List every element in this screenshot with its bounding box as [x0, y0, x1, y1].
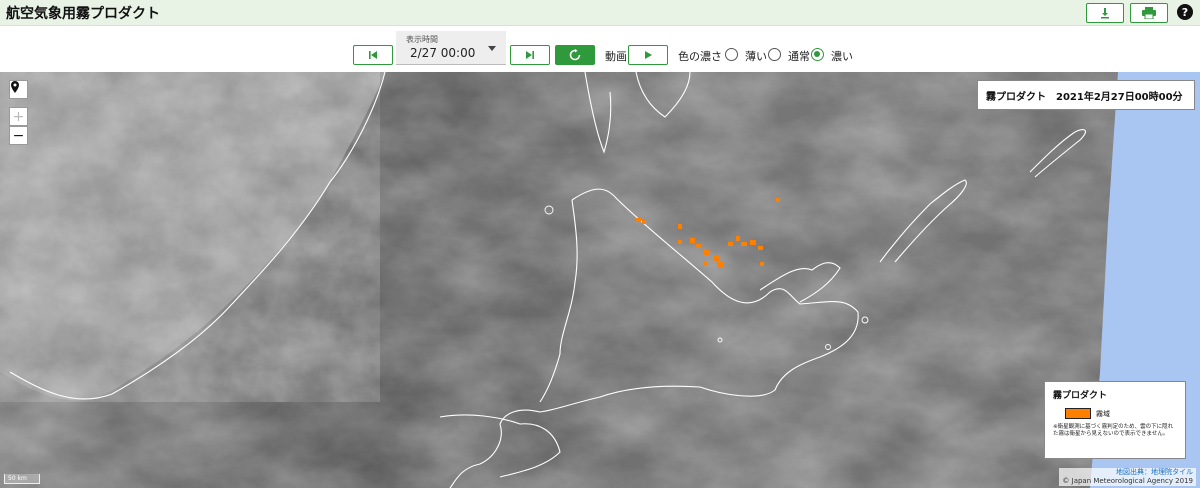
play-icon — [645, 51, 652, 59]
opacity-radio-light[interactable] — [725, 48, 738, 61]
print-button[interactable] — [1130, 3, 1168, 23]
info-datetime: 2021年2月27日00時00分 — [1056, 91, 1183, 103]
title-bar: 航空気象用霧プロダクト ? — [0, 0, 1200, 26]
print-icon — [1142, 7, 1156, 19]
opacity-radio-dark[interactable] — [811, 48, 824, 61]
toolbar: 表示時間 2/27 00:00 動画 色の濃さ 薄い 通常 濃い — [0, 27, 1200, 71]
opacity-label-normal: 通常 — [788, 50, 810, 63]
map-view[interactable]: + − 霧プロダクト 2021年2月27日00時00分 霧プロダクト 霧域 ※衛… — [0, 72, 1200, 488]
attribution-link[interactable]: 地図出典：地理院タイル — [1062, 468, 1193, 477]
satellite-image — [0, 72, 1200, 488]
info-product-name: 霧プロダクト — [986, 91, 1046, 103]
location-button[interactable] — [9, 80, 28, 99]
skip-back-icon — [369, 51, 377, 59]
zoom-out-button[interactable]: − — [9, 126, 28, 145]
product-info-box: 霧プロダクト 2021年2月27日00時00分 — [977, 80, 1195, 110]
refresh-button[interactable] — [555, 45, 595, 65]
legend-fog-label: 霧域 — [1096, 409, 1110, 418]
time-select-label: 表示時間 — [406, 35, 438, 44]
time-select-value: 2/27 00:00 — [410, 46, 476, 60]
download-icon — [1101, 8, 1109, 19]
opacity-radio-normal[interactable] — [768, 48, 781, 61]
legend: 霧プロダクト 霧域 ※衛星観測に基づく霧判定のため、雲の下に隠れた霧は衛星から見… — [1044, 381, 1186, 459]
legend-title: 霧プロダクト — [1053, 391, 1108, 401]
download-button[interactable] — [1086, 3, 1124, 23]
zoom-in-button[interactable]: + — [9, 107, 28, 126]
attribution-copyright: © Japan Meteorological Agency 2019 — [1062, 477, 1193, 485]
skip-forward-icon — [526, 51, 534, 59]
help-icon[interactable]: ? — [1177, 4, 1193, 20]
time-select[interactable]: 表示時間 2/27 00:00 — [396, 31, 506, 65]
animation-label: 動画 — [605, 50, 627, 63]
opacity-label-light: 薄い — [745, 50, 767, 63]
attribution: 地図出典：地理院タイル © Japan Meteorological Agenc… — [1059, 468, 1196, 486]
opacity-label-dark: 濃い — [831, 50, 853, 63]
chevron-down-icon — [488, 46, 496, 51]
last-frame-button[interactable] — [510, 45, 550, 65]
scale-bar: 50 km — [4, 474, 40, 484]
legend-note: ※衛星観測に基づく霧判定のため、雲の下に隠れた霧は衛星から見えないので表示できま… — [1053, 424, 1174, 437]
legend-fog-swatch — [1065, 408, 1091, 419]
refresh-icon — [569, 49, 581, 61]
play-button[interactable] — [628, 45, 668, 65]
color-depth-label: 色の濃さ — [678, 50, 722, 63]
app-title: 航空気象用霧プロダクト — [6, 6, 160, 22]
location-pin-icon — [11, 81, 19, 93]
first-frame-button[interactable] — [353, 45, 393, 65]
